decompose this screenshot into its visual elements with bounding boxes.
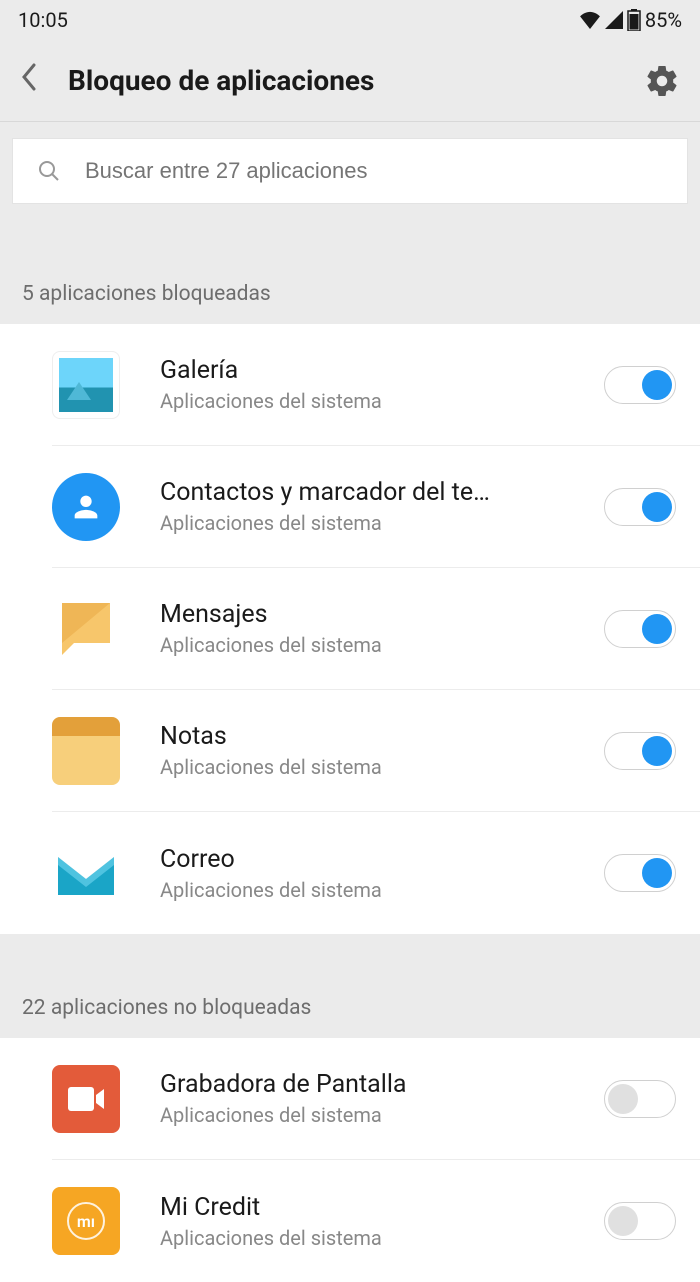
app-sub: Aplicaciones del sistema xyxy=(160,511,586,535)
app-sub: Aplicaciones del sistema xyxy=(160,878,586,902)
app-row-galeria[interactable]: Galería Aplicaciones del sistema xyxy=(52,324,700,446)
app-name: Contactos y marcador del te… xyxy=(160,478,586,507)
app-text: Grabadora de Pantalla Aplicaciones del s… xyxy=(160,1070,586,1127)
toggle[interactable] xyxy=(604,854,676,892)
status-bar: 10:05 85% xyxy=(0,0,700,40)
toggle[interactable] xyxy=(604,366,676,404)
search-input[interactable] xyxy=(85,158,663,184)
app-text: Correo Aplicaciones del sistema xyxy=(160,845,586,902)
unlocked-app-list: Grabadora de Pantalla Aplicaciones del s… xyxy=(0,1038,700,1282)
locked-section-header: 5 aplicaciones bloqueadas xyxy=(0,220,700,324)
locked-app-list: Galería Aplicaciones del sistema Contact… xyxy=(0,324,700,934)
mail-icon xyxy=(52,839,120,907)
app-name: Galería xyxy=(160,356,586,385)
app-text: Notas Aplicaciones del sistema xyxy=(160,722,586,779)
clock: 10:05 xyxy=(18,8,68,32)
page-title: Bloqueo de aplicaciones xyxy=(68,64,644,97)
screen-recorder-icon xyxy=(52,1065,120,1133)
search-box[interactable] xyxy=(12,138,688,204)
wifi-icon xyxy=(579,11,601,29)
app-name: Correo xyxy=(160,845,586,874)
app-row-mensajes[interactable]: Mensajes Aplicaciones del sistema xyxy=(52,568,700,690)
signal-icon xyxy=(605,11,623,29)
app-sub: Aplicaciones del sistema xyxy=(160,389,586,413)
app-name: Grabadora de Pantalla xyxy=(160,1070,586,1099)
app-sub: Aplicaciones del sistema xyxy=(160,755,586,779)
svg-text:mı: mı xyxy=(77,1212,95,1231)
battery-icon xyxy=(627,9,641,31)
app-text: Mi Credit Aplicaciones del sistema xyxy=(160,1193,586,1250)
search-container xyxy=(0,122,700,220)
toggle[interactable] xyxy=(604,488,676,526)
app-text: Galería Aplicaciones del sistema xyxy=(160,356,586,413)
app-sub: Aplicaciones del sistema xyxy=(160,633,586,657)
back-button[interactable] xyxy=(20,63,50,98)
unlocked-section-header: 22 aplicaciones no bloqueadas xyxy=(0,934,700,1038)
toggle[interactable] xyxy=(604,1080,676,1118)
search-icon xyxy=(37,159,61,183)
app-name: Mi Credit xyxy=(160,1193,586,1222)
app-name: Notas xyxy=(160,722,586,751)
messages-icon xyxy=(52,595,120,663)
toggle[interactable] xyxy=(604,732,676,770)
toggle[interactable] xyxy=(604,1202,676,1240)
mi-credit-icon: mı xyxy=(52,1187,120,1255)
header: Bloqueo de aplicaciones xyxy=(0,40,700,122)
app-text: Mensajes Aplicaciones del sistema xyxy=(160,600,586,657)
app-row-micredit[interactable]: mı Mi Credit Aplicaciones del sistema xyxy=(52,1160,700,1282)
app-text: Contactos y marcador del te… Aplicacione… xyxy=(160,478,586,535)
notes-icon xyxy=(52,717,120,785)
toggle[interactable] xyxy=(604,610,676,648)
status-icons: 85% xyxy=(579,8,682,32)
battery-percent: 85% xyxy=(645,8,682,32)
app-row-correo[interactable]: Correo Aplicaciones del sistema xyxy=(52,812,700,934)
app-name: Mensajes xyxy=(160,600,586,629)
app-row-notas[interactable]: Notas Aplicaciones del sistema xyxy=(52,690,700,812)
app-sub: Aplicaciones del sistema xyxy=(160,1103,586,1127)
contacts-icon xyxy=(52,473,120,541)
gallery-icon xyxy=(52,351,120,419)
app-sub: Aplicaciones del sistema xyxy=(160,1226,586,1250)
settings-button[interactable] xyxy=(644,63,680,99)
app-row-recorder[interactable]: Grabadora de Pantalla Aplicaciones del s… xyxy=(52,1038,700,1160)
app-row-contactos[interactable]: Contactos y marcador del te… Aplicacione… xyxy=(52,446,700,568)
